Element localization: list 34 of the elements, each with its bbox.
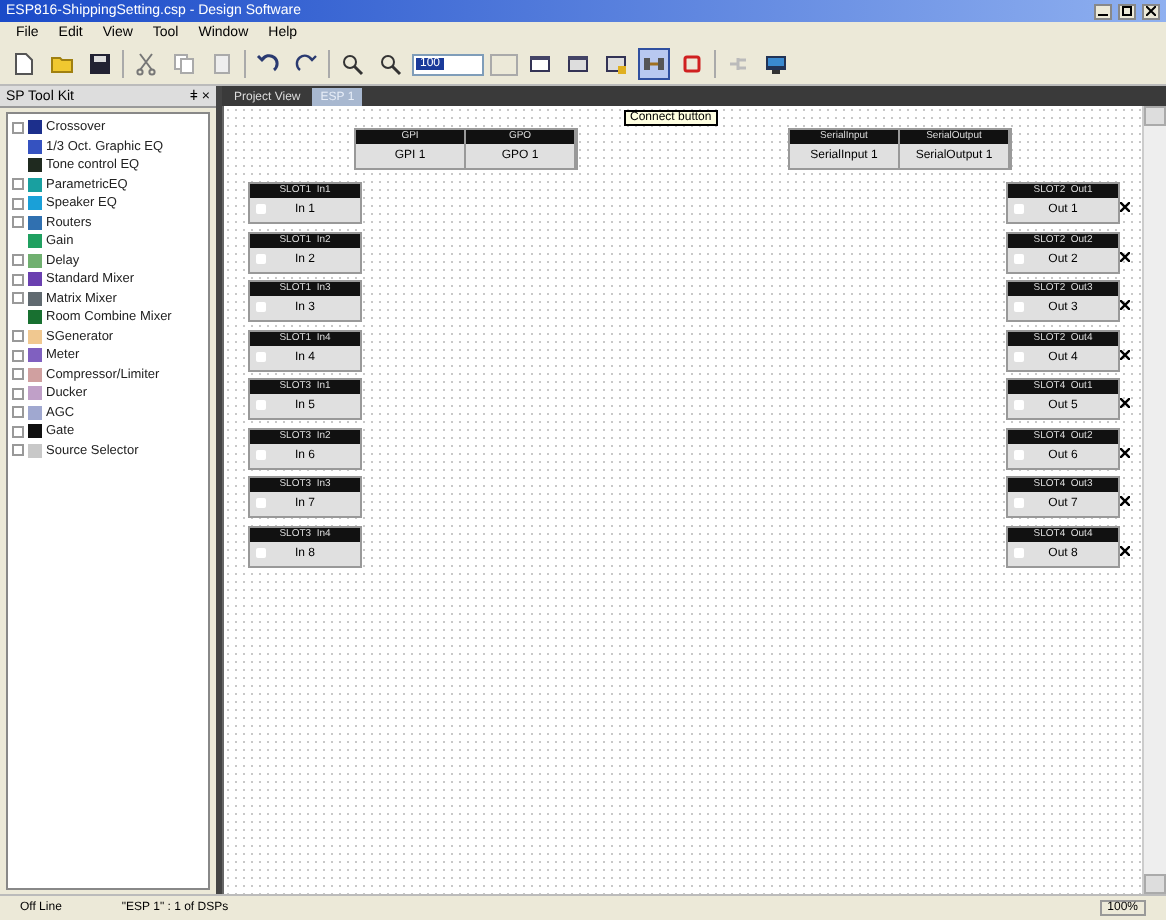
expand-icon[interactable]: [12, 216, 24, 229]
cross-icon: [1120, 398, 1130, 408]
expand-icon[interactable]: [12, 349, 24, 362]
expand-icon[interactable]: [12, 178, 24, 191]
cross-icon: [1120, 251, 1130, 261]
cross-icon: [1120, 202, 1130, 212]
maximize-icon: [1122, 6, 1132, 16]
close-icon: [1146, 6, 1156, 16]
save-icon[interactable]: [84, 48, 116, 80]
expand-icon[interactable]: [12, 197, 24, 210]
expand-icon[interactable]: [12, 273, 24, 286]
maximize-button[interactable]: [1118, 3, 1136, 19]
copy-icon[interactable]: [168, 48, 200, 80]
cross-icon: [1120, 545, 1130, 555]
scroll-up-button[interactable]: [1144, 106, 1166, 126]
expand-icon[interactable]: [12, 425, 24, 438]
close-button[interactable]: [1142, 3, 1160, 19]
expand-icon[interactable]: [12, 368, 24, 381]
zoom-dropdown-button[interactable]: [490, 53, 518, 75]
scroll-down-button[interactable]: [1144, 874, 1166, 894]
connect-icon[interactable]: [638, 48, 670, 80]
cut-icon[interactable]: [130, 48, 162, 80]
cross-icon: [1120, 496, 1130, 506]
expand-icon[interactable]: [12, 406, 24, 419]
expand-icon[interactable]: [12, 444, 24, 457]
expand-icon[interactable]: [12, 121, 24, 134]
expand-icon[interactable]: [12, 292, 24, 305]
minimize-button[interactable]: [1094, 3, 1112, 19]
expand-icon[interactable]: [12, 330, 24, 343]
cross-icon: [1120, 447, 1130, 457]
expand-icon[interactable]: [12, 387, 24, 400]
cross-icon: [1120, 300, 1130, 310]
cross-icon: [1120, 349, 1130, 359]
expand-icon[interactable]: [12, 254, 24, 267]
